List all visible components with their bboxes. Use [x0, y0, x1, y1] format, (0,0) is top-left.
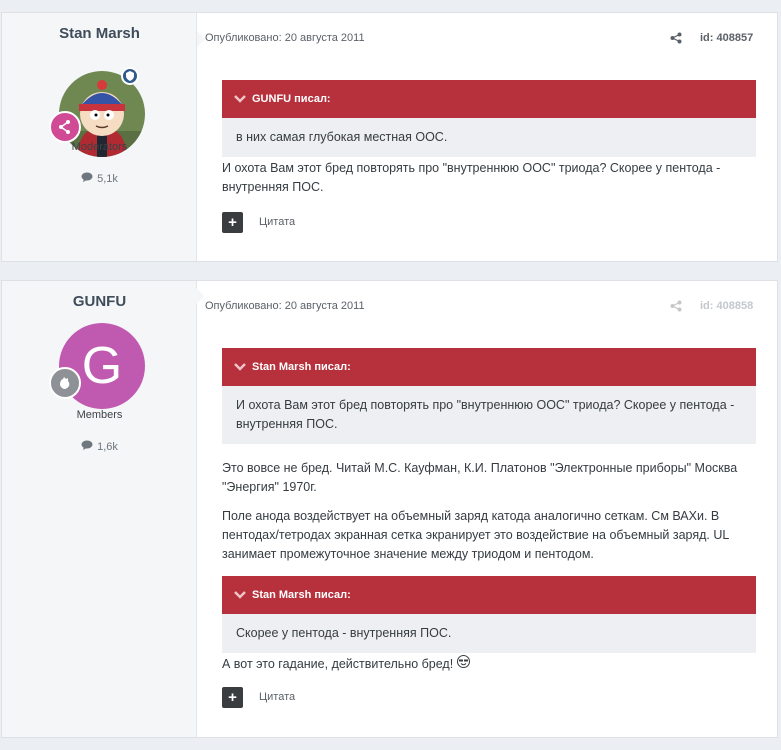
moderator-shield-icon [121, 67, 139, 85]
post-count-value: 1,6k [97, 440, 118, 453]
quote-header[interactable]: Stan Marsh писал: [222, 348, 756, 386]
post-text: И охота Вам этот бред повторять про "вну… [222, 161, 721, 194]
emoji-icon [457, 655, 471, 674]
post: Stan Marsh Moderators 5,1k Опубликовано:… [1, 12, 778, 262]
post-count-value: 5,1k [97, 172, 118, 185]
share-icon[interactable] [670, 300, 682, 315]
post-id[interactable]: id: 408858 [700, 300, 753, 312]
share-icon[interactable] [670, 32, 682, 47]
quote-author: Stan Marsh писал: [252, 589, 351, 601]
author-name[interactable]: GUNFU [2, 293, 197, 310]
post-text: Это вовсе не бред. Читай М.С. Кауфман, К… [222, 461, 738, 494]
chevron-down-icon [234, 591, 246, 599]
post-id[interactable]: id: 408857 [700, 32, 753, 44]
author-panel: GUNFU G Members 1,6k [2, 281, 197, 737]
quote-text: Скорее у пентода - внутренняя ПОС. [236, 626, 452, 640]
author-pointer [196, 288, 204, 304]
quote-text: в них самая глубокая местная ООС. [236, 130, 448, 144]
post-text: Поле анода воздействует на объемный заря… [222, 509, 729, 561]
quote-author: GUNFU писал: [252, 93, 331, 105]
plus-icon[interactable]: + [222, 212, 243, 233]
quote-block: Stan Marsh писал: И охота Вам этот бред … [222, 348, 756, 444]
author-name[interactable]: Stan Marsh [2, 25, 197, 42]
chevron-down-icon [234, 95, 246, 103]
quote-block: Stan Marsh писал: Скорее у пентода - вну… [222, 576, 756, 653]
chevron-down-icon [234, 363, 246, 371]
comment-icon [81, 440, 93, 453]
quote-header[interactable]: GUNFU писал: [222, 80, 756, 118]
quote-author: Stan Marsh писал: [252, 361, 351, 373]
post-count: 5,1k [2, 172, 197, 185]
quote-header[interactable]: Stan Marsh писал: [222, 576, 756, 614]
author-panel: Stan Marsh Moderators 5,1k [2, 13, 205, 261]
quote-text: И охота Вам этот бред повторять про "вну… [236, 398, 735, 431]
comment-icon [81, 172, 93, 185]
post-content: Опубликовано: 20 августа 2011 id: 408857… [197, 13, 777, 261]
quote-block: GUNFU писал: в них самая глубокая местна… [222, 80, 756, 157]
quote-button[interactable]: Цитата [259, 216, 295, 228]
member-badge-icon [49, 367, 81, 399]
quote-button[interactable]: Цитата [259, 691, 295, 703]
post-text-line: А вот это гадание, действительно бред! [222, 657, 454, 671]
moderator-badge-icon [49, 111, 81, 143]
post-content: Опубликовано: 20 августа 2011 id: 408858… [197, 281, 777, 737]
post: GUNFU G Members 1,6k Опубликовано: 20 ав… [1, 280, 778, 738]
avatar[interactable]: G [49, 321, 147, 411]
user-group: Members [76, 409, 123, 421]
post-count: 1,6k [2, 440, 197, 453]
post-text: А вот это гадание, действительно бред! [222, 655, 742, 674]
user-group: Moderators [71, 141, 128, 153]
post-date[interactable]: Опубликовано: 20 августа 2011 [205, 300, 365, 312]
post-date[interactable]: Опубликовано: 20 августа 2011 [205, 32, 365, 44]
plus-icon[interactable]: + [222, 687, 243, 708]
